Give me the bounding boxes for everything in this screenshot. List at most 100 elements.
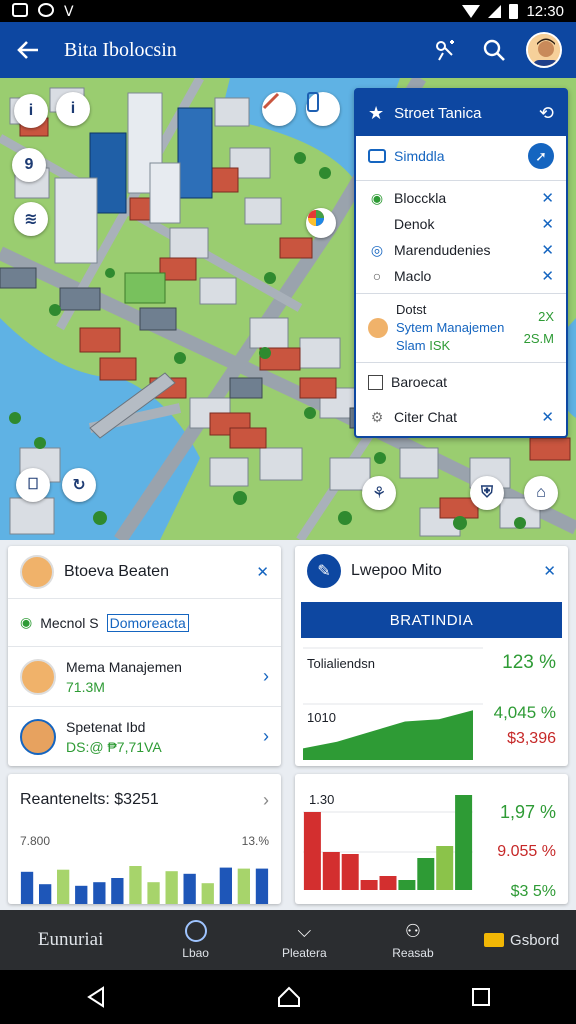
footer-item-label: Baroecat: [391, 374, 448, 390]
chevron-right-icon[interactable]: ›: [263, 726, 269, 747]
map-pin-bottom[interactable]: ⛨: [470, 476, 504, 510]
detail-tag: ISK: [429, 338, 451, 353]
close-icon[interactable]: ✕: [541, 408, 554, 426]
detail-val1: 2X: [538, 309, 554, 324]
map-pin-ruler[interactable]: [262, 92, 296, 126]
map-pin-info[interactable]: i: [56, 92, 90, 126]
checkbox-icon[interactable]: [368, 374, 383, 390]
layer-item[interactable]: ◉ Blocckla ✕: [356, 185, 566, 211]
pin-label: i: [28, 102, 34, 119]
close-icon[interactable]: ✕: [256, 563, 269, 581]
layer-selected[interactable]: Simddla ➚: [356, 136, 566, 176]
bar: [436, 846, 454, 890]
bar: [20, 871, 34, 904]
bottom-nav: Eunuriai Lbao ⌵ Pleatera ⚇ Reasab Gsbord: [0, 910, 576, 970]
metric-value: $3,396: [507, 730, 556, 747]
map-pin-location[interactable]: 9: [12, 148, 46, 182]
person-value: 71.3M: [66, 678, 105, 695]
close-icon[interactable]: ✕: [543, 562, 556, 580]
nav-item-label: Reasab: [392, 945, 434, 960]
nav-recents-icon[interactable]: [471, 987, 491, 1007]
layer-detail[interactable]: Dotst Sytem Manajemen Slam ISK 2X 2S.M: [356, 298, 566, 358]
metric-value: 1,97 %: [499, 802, 556, 822]
layer-footer-item[interactable]: Baroecat: [356, 367, 566, 397]
nav-item[interactable]: Lbao: [141, 920, 250, 960]
bar: [237, 868, 250, 904]
map-pin-bottom[interactable]: ⎕: [16, 468, 50, 502]
status-time: 12:30: [526, 2, 564, 20]
layer-item[interactable]: ○ Maclo ✕: [356, 263, 566, 289]
map-pin-signal[interactable]: ≋: [14, 202, 48, 236]
search-icon[interactable]: [478, 34, 510, 66]
bar: [39, 884, 52, 904]
nav-brand[interactable]: Eunuriai: [0, 929, 141, 951]
person-row[interactable]: Spetenat Ibd DS:@ ₱7,71VA ›: [8, 706, 281, 766]
wrench-icon: ✎: [307, 554, 341, 588]
subrow-link[interactable]: Domoreacta: [106, 613, 189, 632]
map-pin-bottom[interactable]: ↻: [62, 468, 96, 502]
layer-item[interactable]: ◎ Marendudenies ✕: [356, 237, 566, 263]
bar: [57, 869, 70, 904]
remove-layer-icon[interactable]: ✕: [541, 267, 554, 285]
map-pin-info[interactable]: i: [14, 94, 48, 128]
people-icon: ⚇: [404, 920, 422, 941]
gear-icon: ⚙: [370, 408, 384, 425]
layer-item-label: Maclo: [394, 268, 432, 284]
nav-item[interactable]: ⚇ Reasab: [359, 921, 468, 960]
people-subrow[interactable]: ◉ Mecnol S Domoreacta: [8, 598, 281, 646]
footer-item-label: Citer Chat: [394, 409, 458, 425]
layer-panel: ★ Stroet Tanica ⟲ Simddla ➚ ◉ Blocckla ✕…: [354, 88, 568, 438]
layer-item-label: Denok: [394, 216, 435, 232]
map-pin-bottom[interactable]: ⌂: [524, 476, 558, 510]
bar-chart-2: [303, 795, 473, 890]
route-filter-icon[interactable]: [430, 34, 462, 66]
layers-icon: [368, 149, 386, 163]
battery-icon: [509, 3, 519, 19]
chevron-right-icon[interactable]: ›: [263, 790, 269, 811]
blank-icon: [368, 215, 386, 233]
back-arrow-icon[interactable]: [14, 36, 42, 64]
layer-item-label: Blocckla: [394, 190, 447, 206]
layer-item[interactable]: Denok ✕: [356, 211, 566, 237]
remove-layer-icon[interactable]: ✕: [541, 215, 554, 233]
bar: [455, 795, 473, 890]
layer-selected-label: Simddla: [394, 148, 445, 164]
nav-item[interactable]: ⌵ Pleatera: [250, 921, 359, 960]
nav-home-icon[interactable]: [277, 986, 301, 1008]
nav-item-label: Gsbord: [510, 931, 560, 949]
bar: [360, 880, 378, 890]
wifi-icon: [462, 4, 481, 18]
layer-footer-item[interactable]: ⚙ Citer Chat ✕: [356, 397, 566, 437]
map-pin-bottom[interactable]: ⚘: [362, 476, 396, 510]
bar: [111, 878, 124, 904]
map-pin-phone[interactable]: [306, 92, 340, 126]
map-check-icon: ⌵: [297, 920, 312, 941]
layer-item-label: Marendudenies: [394, 242, 491, 258]
metrics-card: ✎ Lwepoo Mito ✕ BRATINDIA Tolialiendsn 1…: [295, 546, 568, 766]
map-pin-colorwheel[interactable]: [306, 208, 336, 238]
compass-icon[interactable]: ➚: [528, 143, 554, 169]
remove-layer-icon[interactable]: ✕: [541, 189, 554, 207]
metrics-banner-button[interactable]: BRATINDIA: [301, 602, 562, 638]
user-avatar[interactable]: [526, 32, 562, 68]
app-title: Bita Ibolocsin: [64, 38, 177, 61]
circle-icon: ○: [372, 268, 382, 284]
chevron-right-icon[interactable]: ›: [263, 666, 269, 687]
metric-value: 9.055 %: [497, 843, 556, 860]
nav-item-dashboard[interactable]: Gsbord: [467, 932, 576, 949]
refresh-icon[interactable]: ⟲: [539, 103, 554, 124]
remove-layer-icon[interactable]: ✕: [541, 241, 554, 259]
nav-item-label: Pleatera: [281, 945, 327, 960]
person-row[interactable]: Mema Manajemen 71.3M ›: [8, 646, 281, 706]
metrics-body: Tolialiendsn 1010 123 % 4,045 % $3,396: [295, 638, 568, 766]
divider: [356, 293, 566, 294]
person-avatar: [20, 658, 56, 695]
nav-back-icon[interactable]: [85, 986, 107, 1008]
detail-val2: 2S.M: [523, 331, 554, 346]
leaf-icon: ◉: [370, 189, 384, 206]
cell-signal-icon: [488, 4, 502, 18]
person-value: DS:@ ₱7,71VA: [66, 738, 162, 755]
bar: [129, 866, 142, 904]
metric-value: $3 5%: [510, 883, 556, 900]
pin-label: ⛨: [480, 484, 493, 501]
